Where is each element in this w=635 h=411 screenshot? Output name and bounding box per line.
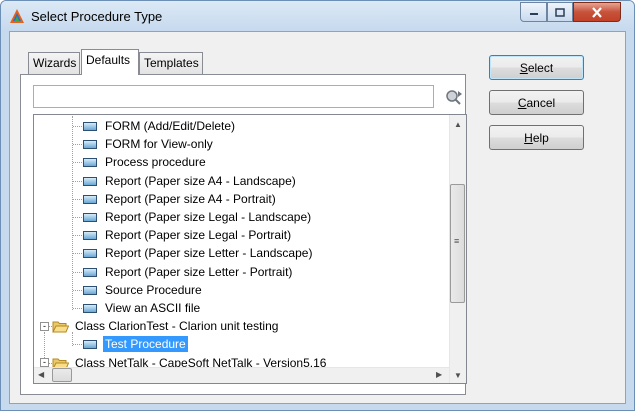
search-button[interactable] xyxy=(443,86,465,107)
procedure-icon xyxy=(83,303,97,313)
procedure-icon xyxy=(83,212,97,222)
tab-label: Templates xyxy=(144,56,199,70)
tree-line xyxy=(73,217,82,218)
title-bar[interactable]: Select Procedure Type xyxy=(1,1,634,31)
collapse-toggle[interactable]: - xyxy=(40,322,49,331)
tree-line xyxy=(73,344,82,345)
minimize-icon xyxy=(529,13,538,15)
tree-item[interactable]: Report (Paper size Letter - Portrait) xyxy=(83,263,294,281)
tab-defaults[interactable]: Defaults xyxy=(81,49,139,75)
tree-item[interactable]: Report (Paper size A4 - Landscape) xyxy=(83,172,298,190)
procedure-icon xyxy=(83,139,97,149)
select-mnemonic: S xyxy=(519,60,528,75)
close-button[interactable] xyxy=(573,2,621,22)
scroll-grip-icon: ≡ xyxy=(454,236,460,246)
procedure-icon xyxy=(83,339,97,349)
minimize-button[interactable] xyxy=(520,2,547,22)
procedure-icon xyxy=(83,176,97,186)
help-button[interactable]: Help xyxy=(489,125,584,150)
horizontal-scrollbar[interactable] xyxy=(34,367,449,383)
search-icon xyxy=(446,89,462,105)
tree-item-label: Report (Paper size A4 - Portrait) xyxy=(105,192,276,206)
tree-item-label: Process procedure xyxy=(105,155,206,169)
tree-item-label: Class ClarionTest - Clarion unit testing xyxy=(75,319,279,333)
tree-item-label: View an ASCII file xyxy=(105,301,201,315)
tree-item-label: FORM for View-only xyxy=(105,137,213,151)
tree-item-label: FORM (Add/Edit/Delete) xyxy=(105,119,236,133)
tree-item[interactable]: View an ASCII file xyxy=(83,299,202,317)
tree-item-label: Test Procedure xyxy=(103,336,188,352)
tree-item[interactable]: Source Procedure xyxy=(83,281,204,299)
tree-item[interactable]: Report (Paper size Legal - Portrait) xyxy=(83,226,293,244)
tree-line xyxy=(73,290,82,291)
maximize-icon xyxy=(555,7,565,17)
tree-item-label: Report (Paper size Legal - Portrait) xyxy=(105,228,292,242)
tab-label: Defaults xyxy=(86,53,131,67)
app-logo-icon xyxy=(10,9,24,23)
tree-item[interactable]: FORM (Add/Edit/Delete) xyxy=(83,117,237,135)
tab-wizards[interactable]: Wizards xyxy=(28,52,80,75)
window-title: Select Procedure Type xyxy=(31,9,163,24)
procedure-icon xyxy=(83,248,97,258)
tree-item[interactable]: Report (Paper size Letter - Landscape) xyxy=(83,244,314,262)
cancel-label: ancel xyxy=(526,95,556,110)
tree-line xyxy=(73,144,82,145)
tab-label: Wizards xyxy=(33,56,77,70)
tree-line xyxy=(73,181,82,182)
tree-item-label: Report (Paper size Letter - Portrait) xyxy=(105,265,293,279)
cancel-mnemonic: C xyxy=(517,95,527,110)
collapse-toggle[interactable]: - xyxy=(40,358,49,367)
scroll-up-arrow-icon[interactable]: ▲ xyxy=(454,120,462,129)
search-input[interactable] xyxy=(33,85,434,108)
help-label: elp xyxy=(532,130,549,145)
tree-item-label: Source Procedure xyxy=(105,283,202,297)
tree-line xyxy=(72,116,73,310)
maximize-button[interactable] xyxy=(547,2,573,22)
tree-item[interactable]: Class ClarionTest - Clarion unit testing xyxy=(52,317,280,335)
tree-item-label: Report (Paper size Letter - Landscape) xyxy=(105,246,313,260)
tree-item[interactable]: Report (Paper size A4 - Portrait) xyxy=(83,190,278,208)
procedure-icon xyxy=(83,230,97,240)
scroll-down-arrow-icon[interactable]: ▼ xyxy=(454,371,462,380)
help-mnemonic: H xyxy=(524,130,533,145)
tree-line xyxy=(73,253,82,254)
tree-item-label: Report (Paper size A4 - Landscape) xyxy=(105,174,296,188)
tree-item[interactable]: Test Procedure xyxy=(83,335,188,353)
procedure-icon xyxy=(83,121,97,131)
close-icon xyxy=(592,6,602,18)
tree-item[interactable]: Process procedure xyxy=(83,153,208,171)
tree-line xyxy=(73,126,82,127)
scroll-right-arrow-icon[interactable]: ▶ xyxy=(436,370,442,379)
procedure-icon xyxy=(83,194,97,204)
tree-line xyxy=(73,308,82,309)
tree-line xyxy=(73,162,82,163)
procedure-icon xyxy=(83,285,97,295)
select-label: elect xyxy=(527,60,554,75)
tree-line xyxy=(73,199,82,200)
procedure-icon xyxy=(83,267,97,277)
horizontal-scroll-thumb[interactable] xyxy=(52,368,72,382)
scroll-left-arrow-icon[interactable]: ◀ xyxy=(38,370,44,379)
tab-templates[interactable]: Templates xyxy=(139,52,203,75)
tree-item[interactable]: FORM for View-only xyxy=(83,135,215,153)
procedure-icon xyxy=(83,157,97,167)
tree-item-label: Report (Paper size Legal - Landscape) xyxy=(105,210,312,224)
tree-item[interactable]: Report (Paper size Legal - Landscape) xyxy=(83,208,313,226)
folder-open-icon xyxy=(52,321,69,332)
tree-line xyxy=(73,272,82,273)
tree-line xyxy=(73,235,82,236)
select-button[interactable]: Select xyxy=(489,55,584,80)
cancel-button[interactable]: Cancel xyxy=(489,90,584,115)
